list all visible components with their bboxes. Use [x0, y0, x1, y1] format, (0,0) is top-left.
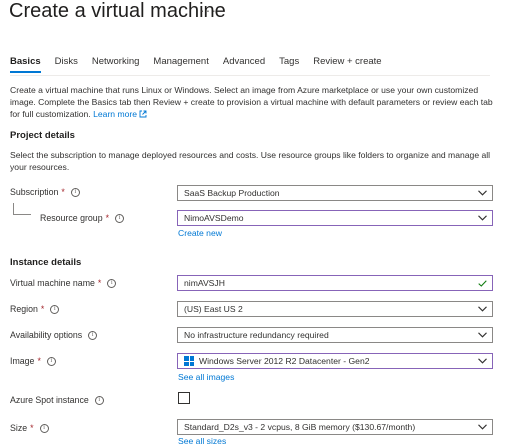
- info-icon[interactable]: i: [94, 395, 104, 405]
- info-icon[interactable]: i: [107, 278, 117, 288]
- intro-paragraph: Create a virtual machine that runs Linux…: [10, 84, 500, 120]
- chevron-down-icon: [475, 302, 489, 316]
- tree-connector-horizontal: [13, 214, 31, 215]
- subscription-label: Subscription * i: [10, 187, 80, 197]
- resource-group-dropdown[interactable]: NimoAVSDemo: [177, 210, 493, 226]
- image-dropdown[interactable]: Windows Server 2012 R2 Datacenter - Gen2: [177, 353, 493, 369]
- create-new-link[interactable]: Create new: [178, 228, 222, 238]
- chevron-down-icon: [475, 420, 489, 434]
- vm-name-input[interactable]: nimAVSJH: [177, 275, 493, 291]
- image-label: Image * i: [10, 356, 56, 366]
- size-dropdown[interactable]: Standard_D2s_v3 - 2 vcpus, 8 GiB memory …: [177, 419, 493, 435]
- tab-advanced[interactable]: Advanced: [223, 56, 265, 73]
- size-label: Size * i: [10, 423, 49, 433]
- see-all-sizes-link[interactable]: See all sizes: [178, 436, 226, 446]
- external-link-icon: [140, 110, 147, 118]
- spot-instance-checkbox[interactable]: [178, 392, 190, 404]
- tab-review-create[interactable]: Review + create: [313, 56, 381, 73]
- info-icon[interactable]: i: [70, 187, 80, 197]
- chevron-down-icon: [475, 186, 489, 200]
- see-all-images-link[interactable]: See all images: [178, 372, 234, 382]
- tab-management[interactable]: Management: [153, 56, 208, 73]
- availability-label: Availability options i: [10, 330, 98, 340]
- vm-name-label: Virtual machine name * i: [10, 278, 117, 288]
- resource-group-label: Resource group * i: [40, 213, 125, 223]
- chevron-down-icon: [475, 354, 489, 368]
- chevron-down-icon: [475, 328, 489, 342]
- region-label: Region * i: [10, 304, 60, 314]
- instance-details-heading: Instance details: [10, 257, 82, 268]
- tree-connector: [13, 203, 14, 214]
- chevron-down-icon: [475, 211, 489, 225]
- spot-instance-label: Azure Spot instance i: [10, 395, 104, 405]
- project-description: Select the subscription to manage deploy…: [10, 150, 491, 172]
- tab-divider: [10, 75, 490, 76]
- tab-disks[interactable]: Disks: [55, 56, 78, 73]
- learn-more-link[interactable]: Learn more: [93, 109, 147, 119]
- info-icon[interactable]: i: [50, 304, 60, 314]
- intro-text: Create a virtual machine that runs Linux…: [10, 85, 493, 119]
- tab-tags[interactable]: Tags: [279, 56, 299, 73]
- page-title: Create a virtual machine: [9, 0, 226, 22]
- windows-icon: [184, 356, 194, 366]
- info-icon[interactable]: i: [115, 213, 125, 223]
- subscription-dropdown[interactable]: SaaS Backup Production: [177, 185, 493, 201]
- tab-basics[interactable]: Basics: [10, 56, 41, 73]
- availability-dropdown[interactable]: No infrastructure redundancy required: [177, 327, 493, 343]
- info-icon[interactable]: i: [39, 423, 49, 433]
- tab-networking[interactable]: Networking: [92, 56, 140, 73]
- more-options-button[interactable]: ···: [200, 2, 217, 18]
- region-dropdown[interactable]: (US) East US 2: [177, 301, 493, 317]
- checkmark-icon: [475, 276, 489, 290]
- tab-bar: Basics Disks Networking Management Advan…: [10, 56, 396, 73]
- info-icon[interactable]: i: [88, 330, 98, 340]
- info-icon[interactable]: i: [46, 356, 56, 366]
- project-details-heading: Project details: [10, 130, 75, 141]
